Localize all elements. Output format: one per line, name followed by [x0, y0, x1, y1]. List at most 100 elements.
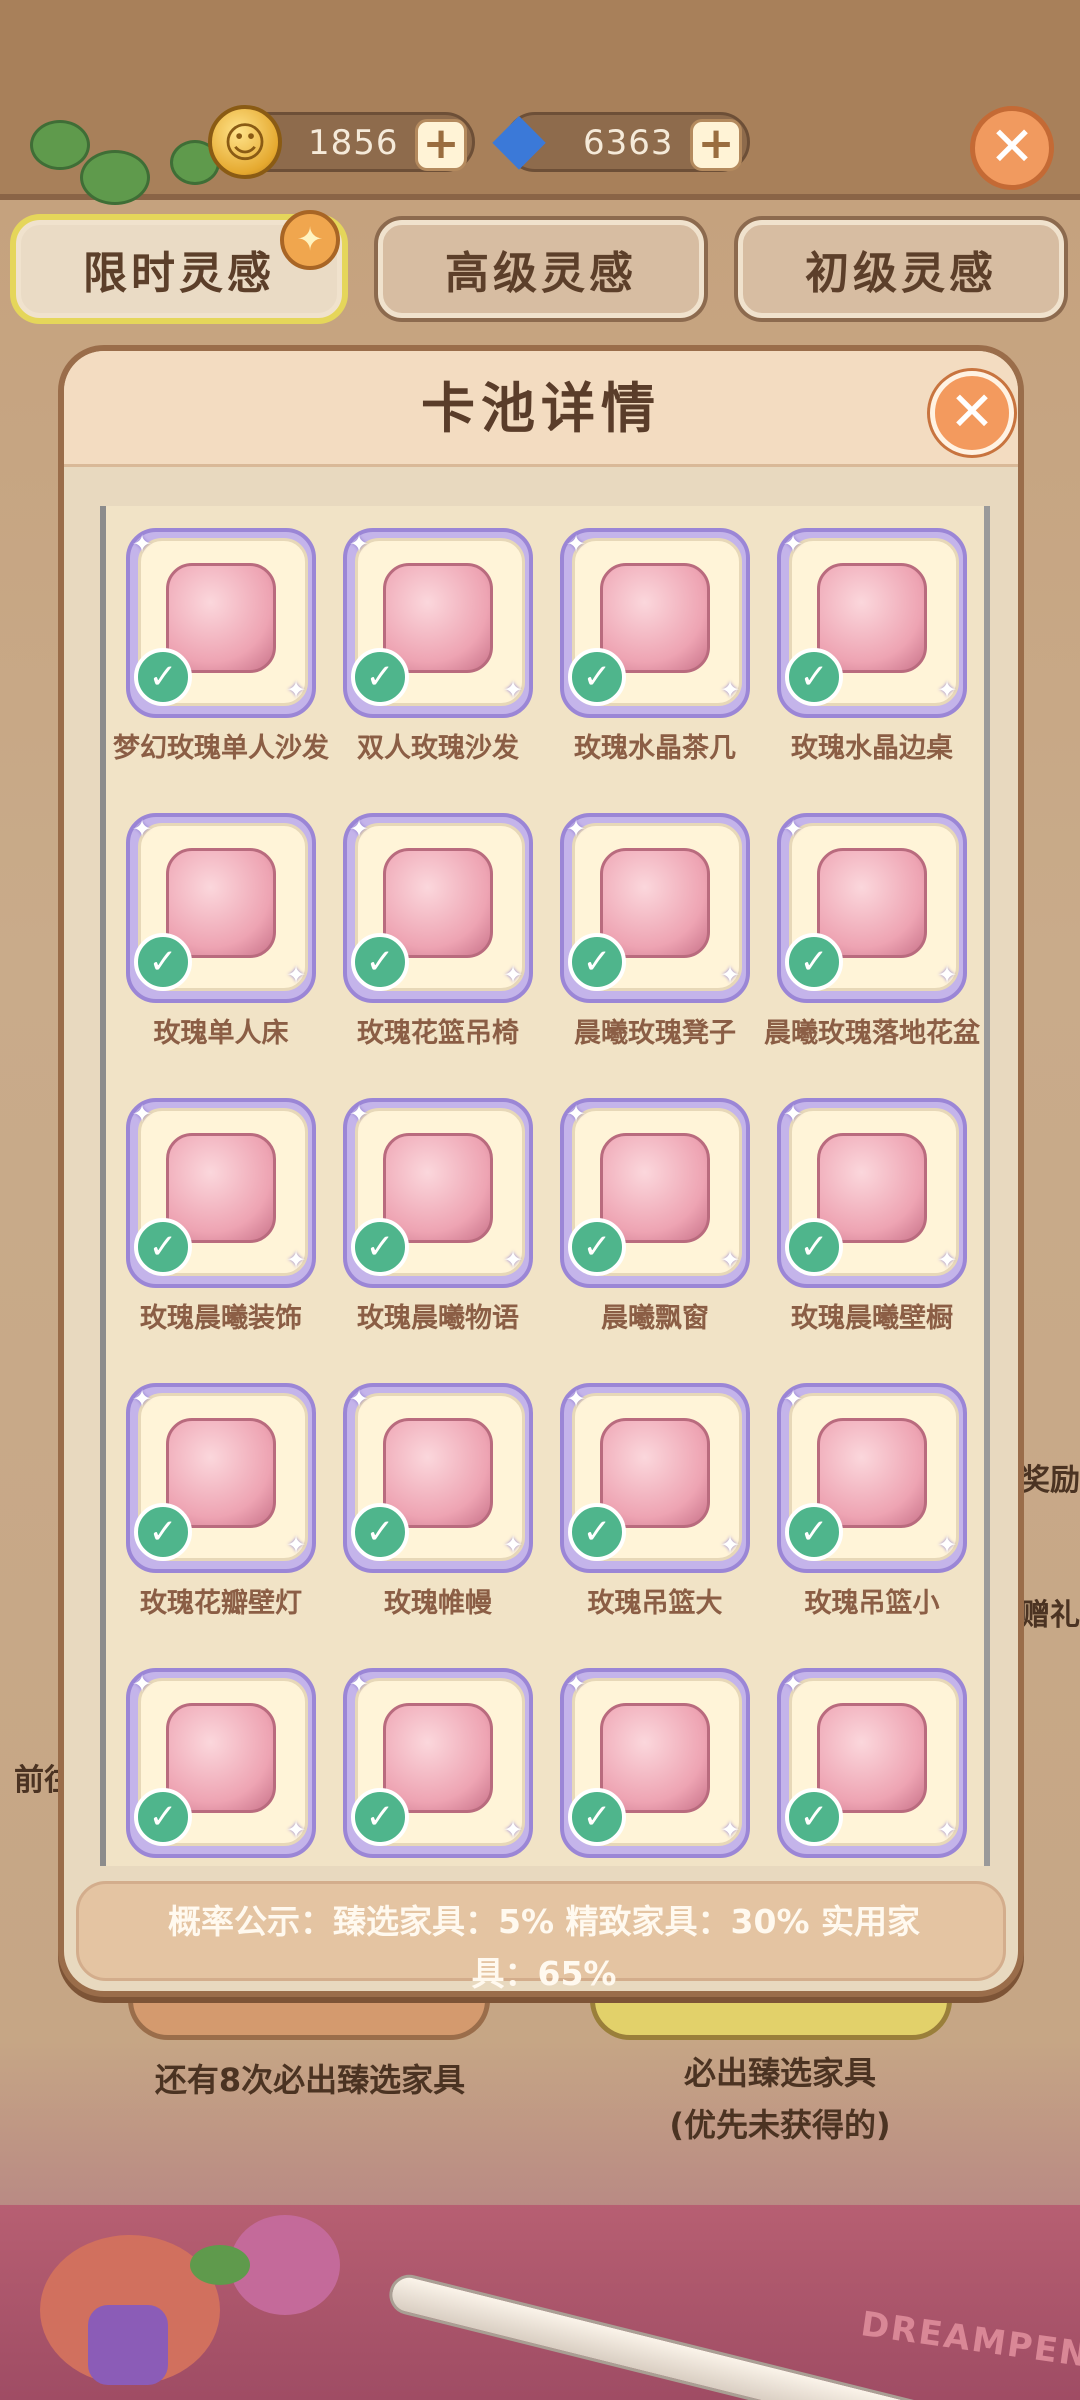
- close-page-button[interactable]: ✕: [970, 106, 1054, 190]
- item-card[interactable]: ✦ ✦ ✓: [343, 1383, 533, 1573]
- sparkle-icon: ✦: [503, 961, 524, 989]
- sparkle-icon: ✦: [503, 1531, 524, 1559]
- item-card[interactable]: ✦ ✦ ✓: [560, 1098, 750, 1288]
- item-card[interactable]: ✦ ✦ ✓: [343, 528, 533, 718]
- item-label: 玫瑰晨曦壁橱: [791, 1303, 953, 1334]
- sparkle-icon: ✦: [286, 1816, 307, 1844]
- gem-value: 6363: [583, 123, 674, 163]
- sparkle-icon: ✦: [720, 1531, 741, 1559]
- sparkle-icon: ✦: [286, 961, 307, 989]
- gem-icon: ◆: [492, 96, 546, 178]
- bottom-decoration: [0, 2205, 1080, 2400]
- decor-leaf-icon: [190, 2245, 250, 2285]
- owned-check-icon: ✓: [785, 1788, 843, 1846]
- side-reward-label[interactable]: 奖励: [1020, 1455, 1080, 1499]
- item-label: 玫瑰花瓣壁灯: [140, 1588, 302, 1619]
- item-card[interactable]: ✦ ✦ ✓: [777, 1383, 967, 1573]
- item-card[interactable]: ✦ ✦ ✓: [343, 813, 533, 1003]
- sparkle-icon: ✦: [783, 815, 804, 843]
- item-label: 梦幻玫瑰单人沙发: [113, 733, 329, 764]
- item-card[interactable]: ✦ ✦ ✓: [777, 1098, 967, 1288]
- owned-check-icon: ✓: [568, 1503, 626, 1561]
- item-card[interactable]: ✦ ✦ ✓: [126, 1098, 316, 1288]
- sparkle-icon: ✦: [349, 1670, 370, 1698]
- decor-flower-icon: [88, 2305, 168, 2385]
- item-card[interactable]: ✦ ✦ ✓: [777, 813, 967, 1003]
- tab-limited-label: 限时灵感: [83, 248, 275, 299]
- item-label: 双人玫瑰沙发: [357, 733, 519, 764]
- add-gems-button[interactable]: +: [690, 119, 742, 171]
- sparkle-icon: ✦: [503, 1246, 524, 1274]
- owned-check-icon: ✓: [134, 1503, 192, 1561]
- item-grid[interactable]: ✦ ✦ ✓ 梦幻玫瑰单人沙发 ✦ ✦ ✓ 双人玫瑰沙发 ✦ ✦ ✓ 玫瑰水晶茶几 ✦ ✦ ✓ 玫瑰水晶边桌 ✦ ✦…: [100, 506, 990, 1866]
- sparkle-icon: ✦: [349, 1100, 370, 1128]
- sparkle-icon: ✦: [503, 1816, 524, 1844]
- owned-check-icon: ✓: [785, 933, 843, 991]
- side-gift-label[interactable]: 赠礼: [1020, 1590, 1080, 1634]
- probability-line-1: 概率公示：臻选家具：5% 精致家具：30% 实用家: [168, 1902, 920, 1941]
- close-modal-button[interactable]: ✕: [930, 371, 1014, 455]
- sparkle-icon: ✦: [937, 961, 958, 989]
- item-card[interactable]: ✦ ✦ ✓: [560, 528, 750, 718]
- owned-check-icon: ✓: [134, 933, 192, 991]
- tab-basic[interactable]: 初级灵感: [738, 220, 1064, 318]
- item-card[interactable]: ✦ ✦ ✓: [560, 1668, 750, 1858]
- tab-advanced[interactable]: 高级灵感: [378, 220, 704, 318]
- owned-check-icon: ✓: [785, 648, 843, 706]
- owned-check-icon: ✓: [568, 933, 626, 991]
- item-label: 晨曦玫瑰落地花盆: [764, 1018, 980, 1049]
- probability-box: 概率公示：臻选家具：5% 精致家具：30% 实用家 具：65%: [76, 1881, 1006, 1991]
- item-card[interactable]: ✦ ✦ ✓: [126, 813, 316, 1003]
- owned-check-icon: ✓: [568, 648, 626, 706]
- probability-line-2: 具：65%: [471, 1954, 617, 1993]
- item-label: 玫瑰花篮吊椅: [357, 1018, 519, 1049]
- coin-icon: ☺: [208, 105, 282, 179]
- item-label: 玫瑰帷幔: [384, 1588, 492, 1619]
- sparkle-icon: ✦: [132, 530, 153, 558]
- sparkle-icon: ✦: [286, 676, 307, 704]
- item-card[interactable]: ✦ ✦ ✓: [126, 1668, 316, 1858]
- owned-check-icon: ✓: [785, 1503, 843, 1561]
- sparkle-icon: ✦: [783, 1100, 804, 1128]
- owned-check-icon: ✓: [134, 648, 192, 706]
- sparkle-icon: ✦: [937, 1531, 958, 1559]
- sparkle-icon: ✦: [783, 1385, 804, 1413]
- guarantee-right-line1: 必出臻选家具: [683, 2054, 876, 2092]
- sparkle-icon: ✦: [566, 815, 587, 843]
- coin-value: 1856: [308, 123, 399, 163]
- item-card[interactable]: ✦ ✦ ✓: [343, 1668, 533, 1858]
- sparkle-icon: ✦: [132, 1670, 153, 1698]
- card-pool-modal: 卡池详情 ✕ ✦ ✦ ✓ 梦幻玫瑰单人沙发 ✦ ✦ ✓ 双人玫瑰沙发 ✦ ✦ ✓ 玫瑰水晶茶几 ✦ ✦ ✓ 玫…: [58, 345, 1024, 1997]
- owned-check-icon: ✓: [351, 1788, 409, 1846]
- sparkle-icon: ✦: [286, 1531, 307, 1559]
- item-card[interactable]: ✦ ✦ ✓: [560, 1383, 750, 1573]
- item-card[interactable]: ✦ ✦ ✓: [777, 528, 967, 718]
- item-label: 玫瑰吊篮小: [804, 1588, 940, 1619]
- owned-check-icon: ✓: [134, 1788, 192, 1846]
- sparkle-icon: ✦: [720, 961, 741, 989]
- sparkle-icon: ✦: [720, 1816, 741, 1844]
- owned-check-icon: ✓: [351, 1218, 409, 1276]
- sparkle-icon: ✦: [783, 1670, 804, 1698]
- item-label: 晨曦飘窗: [601, 1303, 709, 1334]
- item-card[interactable]: ✦ ✦ ✓: [126, 1383, 316, 1573]
- owned-check-icon: ✓: [134, 1218, 192, 1276]
- add-coins-button[interactable]: +: [415, 119, 467, 171]
- item-card[interactable]: ✦ ✦ ✓: [343, 1098, 533, 1288]
- item-label: 玫瑰吊篮大: [587, 1588, 723, 1619]
- sparkle-icon: ✦: [503, 676, 524, 704]
- sparkle-icon: ✦: [566, 1670, 587, 1698]
- item-card[interactable]: ✦ ✦ ✓: [777, 1668, 967, 1858]
- sparkle-icon: ✦: [566, 1100, 587, 1128]
- probability-text: 概率公示：臻选家具：5% 精致家具：30% 实用家 具：65%: [119, 1896, 969, 1993]
- sparkle-icon: ✦: [349, 815, 370, 843]
- sparkle-icon: ✦: [286, 1246, 307, 1274]
- sparkle-icon: ✦: [566, 530, 587, 558]
- sparkle-icon: ✦: [566, 1385, 587, 1413]
- item-label: 玫瑰单人床: [153, 1018, 289, 1049]
- item-card[interactable]: ✦ ✦ ✓: [560, 813, 750, 1003]
- item-card[interactable]: ✦ ✦ ✓: [126, 528, 316, 718]
- sparkle-icon: ✦: [937, 1816, 958, 1844]
- item-label: 玫瑰水晶茶几: [574, 733, 736, 764]
- owned-check-icon: ✓: [568, 1218, 626, 1276]
